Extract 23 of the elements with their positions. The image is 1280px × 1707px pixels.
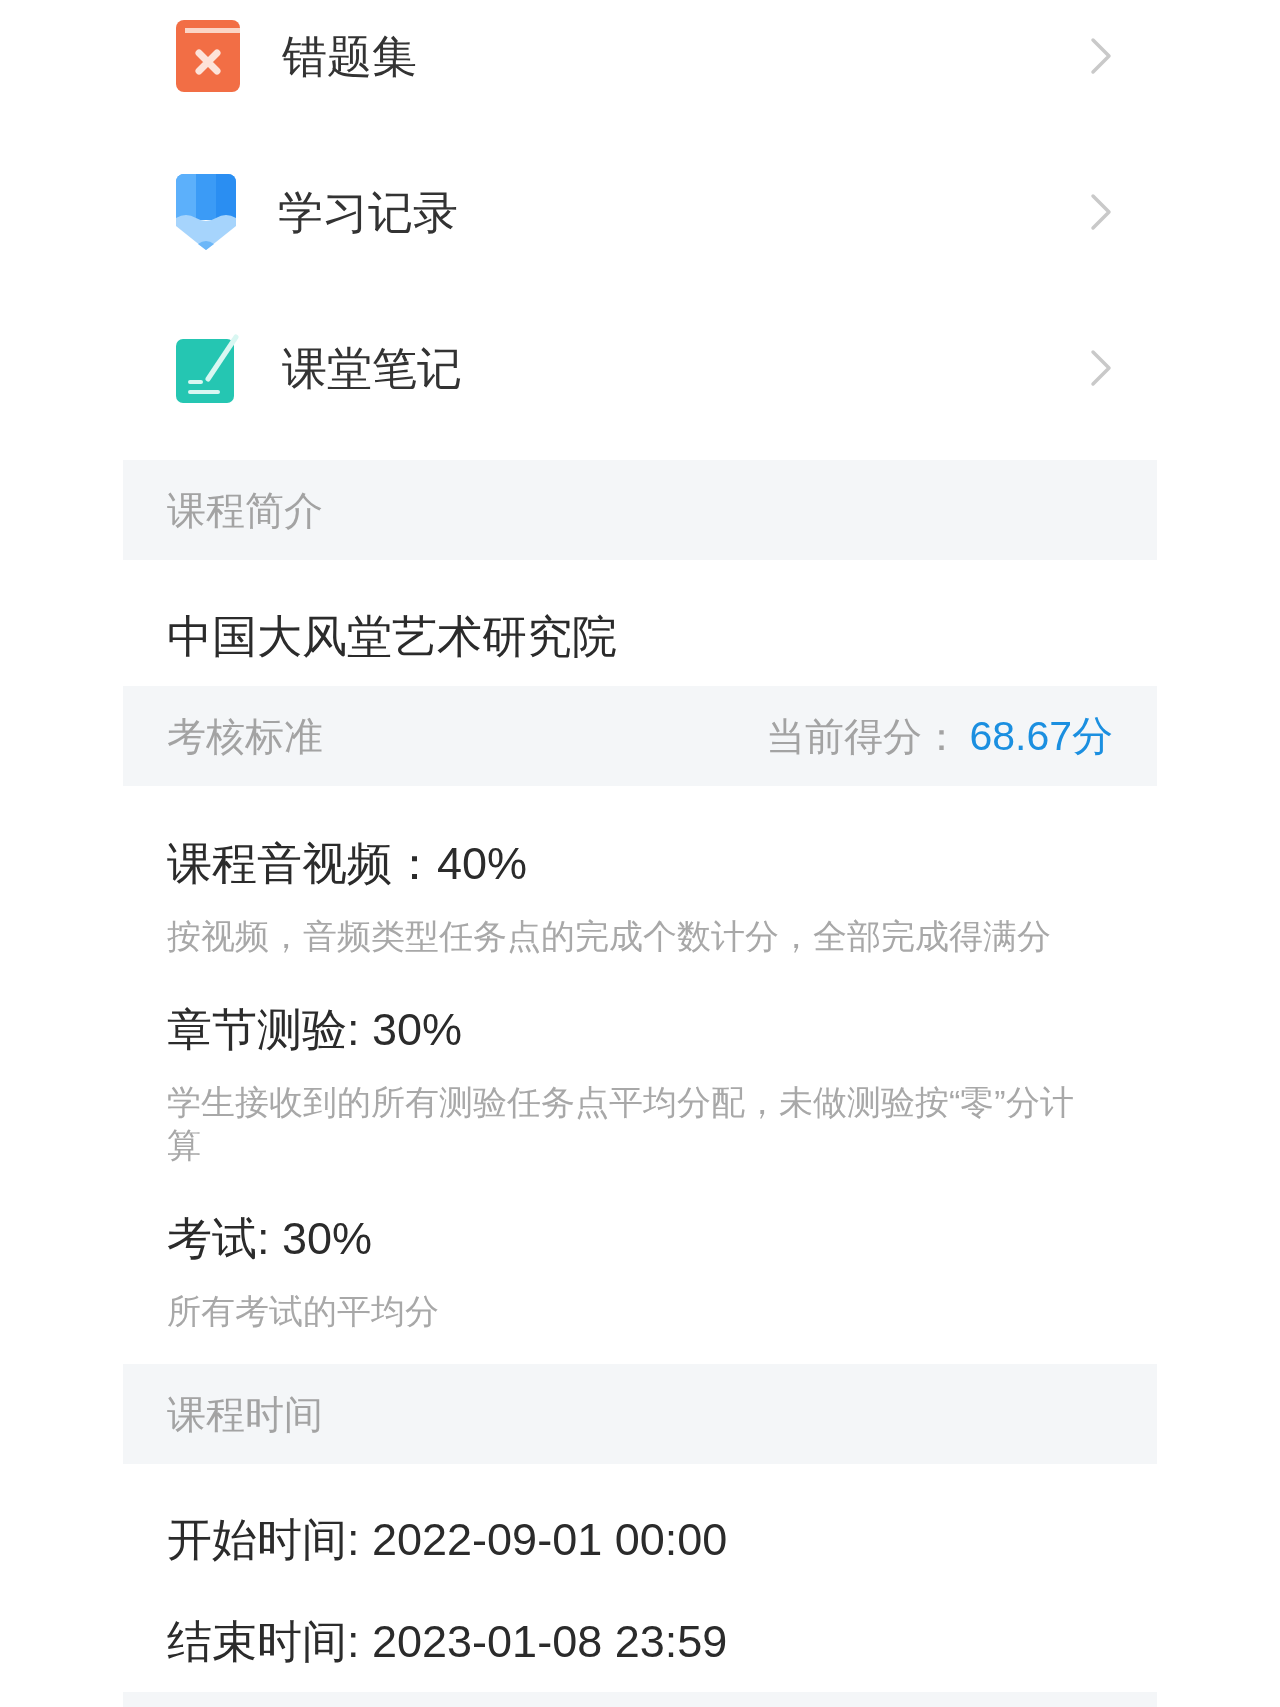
chevron-right-icon <box>1090 193 1112 231</box>
section-title: 考核标准 <box>167 716 323 756</box>
chevron-right-icon <box>1090 37 1112 75</box>
end-time: 结束时间: 2023-01-08 23:59 <box>167 1615 729 1669</box>
score-label: 当前得分： <box>766 716 962 756</box>
note-pen-icon <box>176 333 240 403</box>
criterion-title: 课程音视频：40% <box>167 837 529 891</box>
intro-text: 中国大风堂艺术研究院 <box>167 610 618 664</box>
criterion-description: 学生接收到的所有测验任务点平均分配，未做测验按“零”分计算 <box>167 1082 1075 1166</box>
section-title: 课程时间 <box>167 1394 323 1434</box>
menu-item[interactable]: 课堂笔记 <box>123 290 1157 446</box>
criterion-title: 章节测验: 30% <box>167 1003 464 1057</box>
menu-item[interactable]: 错题集 <box>123 0 1157 134</box>
section-title: 课程简介 <box>167 490 323 530</box>
criterion-description: 按视频，音频类型任务点的完成个数计分，全部完成得满分 <box>167 916 1052 957</box>
criterion-title: 考试: 30% <box>167 1212 374 1266</box>
score-value: 68.67分 <box>969 715 1113 757</box>
menu-item[interactable]: 学习记录 <box>123 134 1157 290</box>
start-time: 开始时间: 2022-09-01 00:00 <box>167 1513 729 1567</box>
chevron-right-icon <box>1090 349 1112 387</box>
pencil-icon <box>176 174 236 250</box>
book-cross-icon <box>176 20 240 92</box>
criterion-description: 所有考试的平均分 <box>167 1291 440 1332</box>
